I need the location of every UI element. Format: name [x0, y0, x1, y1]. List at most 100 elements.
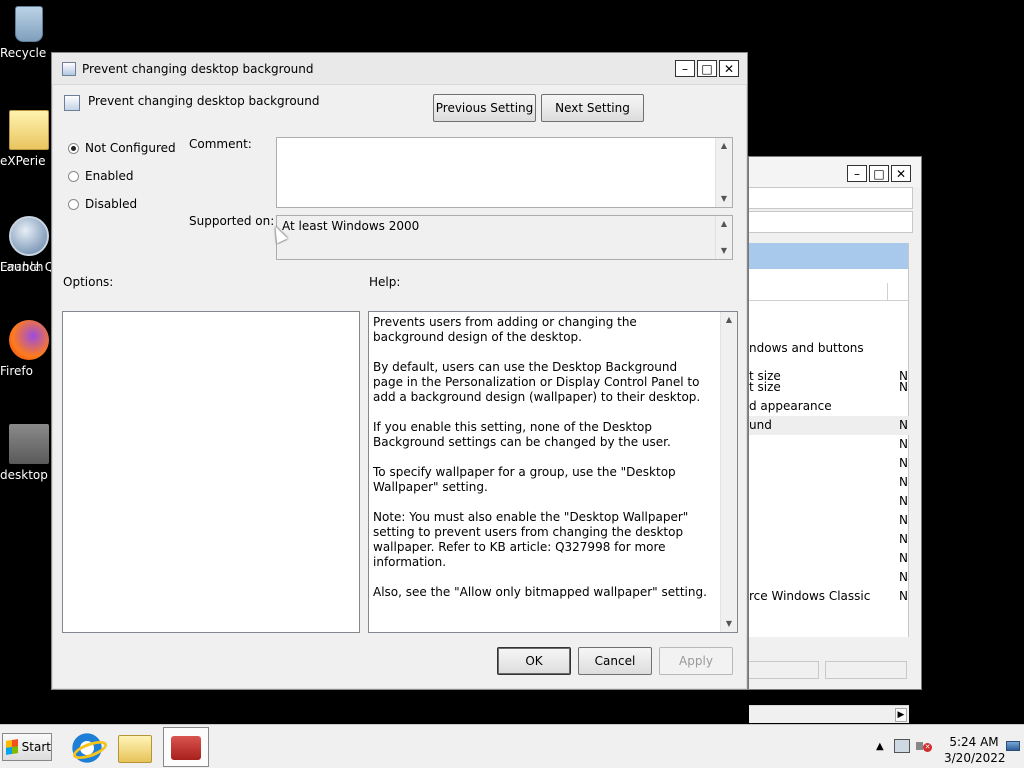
toolbox-icon [171, 736, 201, 760]
next-setting-button[interactable]: Next Setting [541, 94, 644, 122]
list-item-selected[interactable]: und N [749, 416, 909, 435]
list-item[interactable]: ndows and buttons [749, 339, 909, 358]
desktop-icon-recycle-bin[interactable]: Recycle [0, 6, 58, 60]
scroll-down-icon[interactable]: ▼ [716, 243, 732, 259]
background-window-header-band [749, 243, 908, 269]
gear-file-icon [9, 424, 49, 464]
policy-setting-dialog[interactable]: Prevent changing desktop background – □ … [51, 52, 748, 690]
desktop-icon-label: Recycle [0, 46, 47, 60]
file-explorer-icon[interactable] [118, 735, 152, 763]
list-item[interactable]: N [749, 435, 909, 454]
caption-buttons: – □ ✕ [675, 60, 739, 77]
network-icon[interactable] [894, 739, 910, 753]
supported-on-label: Supported on: [189, 214, 275, 228]
desktop-icon-desktop-file[interactable]: desktop [0, 424, 58, 482]
desktop-icon-firefox[interactable]: Firefo [0, 320, 58, 378]
list-item[interactable]: N [749, 549, 909, 568]
recycle-bin-icon [15, 6, 43, 42]
apply-button[interactable]: Apply [659, 647, 733, 675]
options-label: Options: [63, 275, 114, 289]
radio-enabled[interactable]: Enabled [68, 169, 134, 183]
dialog-title: Prevent changing desktop background [82, 62, 314, 76]
cancel-button[interactable]: Cancel [578, 647, 652, 675]
radio-disabled[interactable]: Disabled [68, 197, 137, 211]
help-paragraph: To specify wallpaper for a group, use th… [373, 465, 676, 494]
help-panel[interactable]: Prevents users from adding or changing t… [368, 311, 738, 633]
comment-label: Comment: [189, 137, 252, 151]
ok-button[interactable]: OK [497, 647, 571, 675]
help-paragraph: Also, see the "Allow only bitmapped wall… [373, 585, 707, 599]
start-button[interactable]: Start [2, 733, 52, 761]
list-item[interactable]: N [749, 492, 909, 511]
policy-icon [62, 62, 76, 76]
radio-not-configured[interactable]: Not Configured [68, 141, 176, 155]
desktop-icon-experience[interactable]: eXPerie [0, 110, 58, 168]
help-paragraph: If you enable this setting, none of the … [373, 420, 671, 449]
radio-label: Not Configured [85, 141, 176, 155]
minimize-button[interactable]: – [675, 60, 695, 77]
options-panel[interactable] [62, 311, 360, 633]
quick-launch-icon [9, 216, 49, 256]
show-desktop-icon[interactable] [1006, 741, 1020, 751]
system-tray: ▲ ✕ 5:24 AM 3/20/2022 [870, 727, 1020, 767]
list-item[interactable]: rce Windows Classic N [749, 587, 909, 606]
internet-explorer-icon[interactable] [70, 731, 104, 765]
close-button[interactable]: ✕ [719, 60, 739, 77]
list-item[interactable]: N [749, 454, 909, 473]
setting-icon [64, 95, 80, 111]
radio-unselected-icon [68, 170, 79, 182]
background-window-list[interactable]: ndows and buttons t size N t size N d appe… [749, 243, 909, 723]
radio-unselected-icon [68, 198, 79, 210]
comment-scrollbar[interactable]: ▲ ▼ [715, 138, 732, 207]
desktop-icon-label: desktop [0, 468, 48, 482]
clock-time[interactable]: 5:24 AM [944, 735, 1004, 749]
show-hidden-icons-icon[interactable]: ▲ [876, 741, 884, 752]
list-item[interactable]: N [749, 473, 909, 492]
dialog-titlebar[interactable]: Prevent changing desktop background – □ … [52, 53, 747, 85]
comment-field[interactable]: ▲ ▼ [276, 137, 733, 208]
taskbar-active-app[interactable] [163, 727, 209, 767]
supported-on-scrollbar[interactable]: ▲ ▼ [715, 216, 732, 259]
supported-on-field: At least Windows 2000 ▲ ▼ [276, 215, 733, 260]
windows-flag-icon [6, 739, 18, 755]
radio-label: Disabled [85, 197, 138, 211]
scroll-down-icon[interactable]: ▼ [716, 191, 732, 207]
start-label: Start [21, 740, 51, 754]
maximize-button[interactable]: □ [697, 60, 717, 77]
close-button[interactable]: ✕ [891, 165, 911, 182]
help-scrollbar[interactable]: ▲ ▼ [720, 312, 737, 632]
list-column-header[interactable] [749, 283, 908, 301]
background-window-caption-buttons: – □ ✕ [847, 165, 911, 182]
folder-icon [9, 110, 49, 150]
minimize-button[interactable]: – [847, 165, 867, 182]
volume-muted-icon[interactable]: ✕ [916, 739, 932, 753]
list-item[interactable]: N [749, 511, 909, 530]
desktop-icon-label: Firefo [0, 364, 33, 378]
background-window-toolbar [749, 187, 913, 209]
list-item[interactable]: N [749, 530, 909, 549]
radio-label: Enabled [85, 169, 134, 183]
background-window-toolbar-2 [749, 211, 913, 233]
desktop-icon-label: eXPerie [0, 154, 46, 168]
list-item[interactable]: N [749, 568, 909, 587]
list-item[interactable]: t size N [749, 378, 909, 397]
radio-selected-icon [68, 142, 79, 154]
scroll-up-icon[interactable]: ▲ [716, 138, 732, 154]
scroll-up-icon[interactable]: ▲ [721, 312, 737, 328]
help-paragraph: Note: You must also enable the "Desktop … [373, 510, 689, 569]
desktop-icon-label-2: Launch [0, 260, 44, 274]
desktop-icon-enable-quick-launch[interactable]: Enable Q Launch [0, 216, 58, 274]
scroll-up-icon[interactable]: ▲ [716, 216, 732, 232]
horizontal-scrollbar[interactable]: ▶ [749, 705, 909, 723]
help-label: Help: [369, 275, 401, 289]
scroll-right-icon[interactable]: ▶ [895, 708, 907, 722]
supported-on-value: At least Windows 2000 [282, 219, 420, 233]
scroll-down-icon[interactable]: ▼ [721, 616, 737, 632]
status-bar-pane-2 [825, 661, 907, 679]
status-bar-pane [749, 661, 819, 679]
background-window[interactable]: – □ ✕ ndows and buttons t size N t size N … [748, 156, 922, 723]
clock-date[interactable]: 3/20/2022 [944, 751, 1006, 765]
previous-setting-button[interactable]: Previous Setting [433, 94, 536, 122]
maximize-button[interactable]: □ [869, 165, 889, 182]
list-item[interactable]: d appearance [749, 397, 909, 416]
